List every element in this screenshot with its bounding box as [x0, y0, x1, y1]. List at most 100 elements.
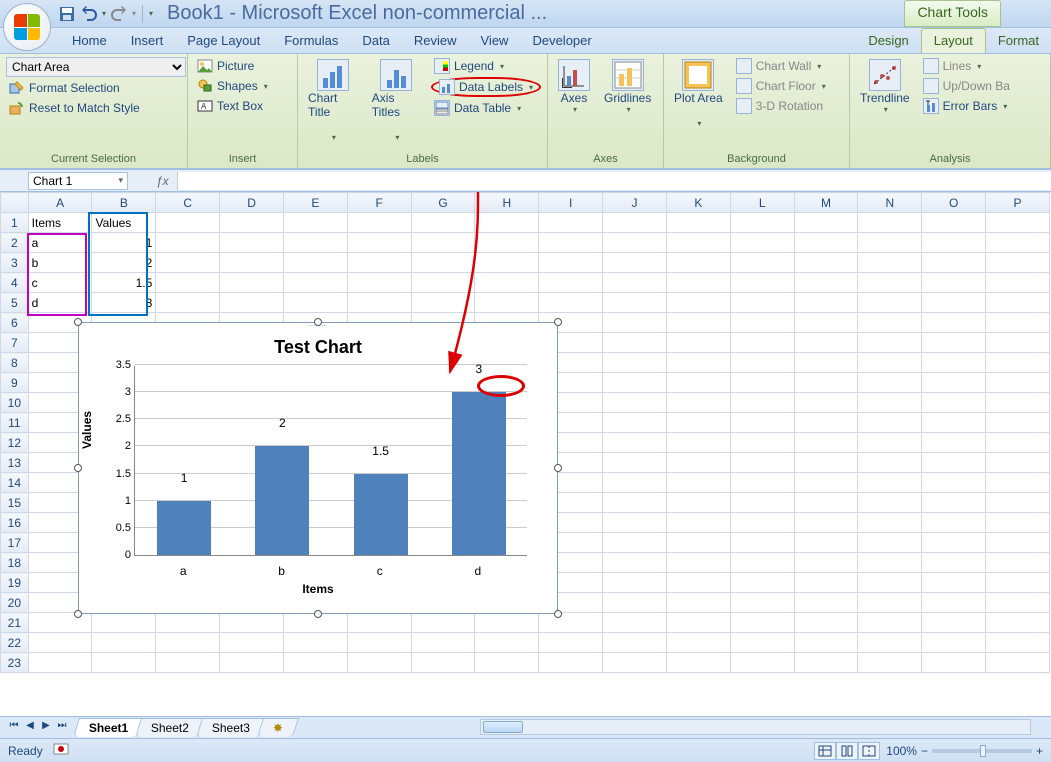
row-header[interactable]: 2	[1, 233, 29, 253]
cell[interactable]	[794, 653, 858, 673]
cell[interactable]	[666, 213, 730, 233]
cell[interactable]	[922, 333, 986, 353]
cell[interactable]	[922, 613, 986, 633]
cell[interactable]	[986, 473, 1050, 493]
axes-button[interactable]: Axes	[554, 57, 594, 116]
row-header[interactable]: 9	[1, 373, 29, 393]
cell[interactable]	[347, 233, 411, 253]
cell[interactable]	[986, 513, 1050, 533]
cell[interactable]	[411, 653, 475, 673]
cell[interactable]	[283, 233, 347, 253]
cell[interactable]	[283, 253, 347, 273]
cell[interactable]: Items	[28, 213, 92, 233]
cell[interactable]	[28, 633, 92, 653]
row-header[interactable]: 19	[1, 573, 29, 593]
column-header[interactable]: O	[922, 193, 986, 213]
tab-layout[interactable]: Layout	[921, 28, 986, 53]
cell[interactable]	[347, 653, 411, 673]
cell[interactable]	[347, 253, 411, 273]
cell[interactable]	[28, 613, 92, 633]
cell[interactable]	[411, 233, 475, 253]
data-table-button[interactable]: Data Table	[431, 99, 541, 117]
cell[interactable]	[922, 373, 986, 393]
zoom-in-button[interactable]: +	[1036, 744, 1043, 758]
row-header[interactable]: 3	[1, 253, 29, 273]
cell[interactable]	[794, 613, 858, 633]
cell[interactable]	[922, 473, 986, 493]
cell[interactable]	[986, 353, 1050, 373]
cell[interactable]	[220, 633, 284, 653]
cell[interactable]	[220, 613, 284, 633]
cell[interactable]	[475, 613, 539, 633]
cell[interactable]	[666, 433, 730, 453]
error-bars-button[interactable]: Error Bars	[920, 97, 1013, 115]
cell[interactable]	[858, 533, 922, 553]
row-header[interactable]: 18	[1, 553, 29, 573]
fx-icon[interactable]: ƒx	[156, 174, 169, 188]
resize-handle[interactable]	[74, 464, 82, 472]
cell[interactable]	[666, 373, 730, 393]
cell[interactable]	[730, 513, 794, 533]
cell[interactable]	[730, 593, 794, 613]
cell[interactable]	[858, 493, 922, 513]
cell[interactable]	[858, 513, 922, 533]
office-button[interactable]	[3, 3, 51, 51]
undo-icon[interactable]	[80, 5, 98, 23]
cell[interactable]	[475, 213, 539, 233]
cell[interactable]	[156, 213, 220, 233]
cell[interactable]	[539, 293, 603, 313]
cell[interactable]	[794, 253, 858, 273]
cell[interactable]	[730, 493, 794, 513]
column-header[interactable]: F	[347, 193, 411, 213]
cell[interactable]	[603, 433, 667, 453]
cell[interactable]	[539, 273, 603, 293]
cell[interactable]	[666, 593, 730, 613]
cell[interactable]	[666, 413, 730, 433]
cell[interactable]	[730, 253, 794, 273]
data-label[interactable]: 1	[157, 471, 211, 485]
cell[interactable]	[922, 413, 986, 433]
cell[interactable]	[603, 453, 667, 473]
cell[interactable]	[603, 293, 667, 313]
cell[interactable]	[539, 613, 603, 633]
cell[interactable]	[92, 653, 156, 673]
cell[interactable]	[603, 273, 667, 293]
cell[interactable]	[922, 653, 986, 673]
cell[interactable]	[858, 233, 922, 253]
resize-handle[interactable]	[554, 610, 562, 618]
cell[interactable]	[730, 233, 794, 253]
cell[interactable]	[666, 493, 730, 513]
cell[interactable]	[858, 373, 922, 393]
cell[interactable]	[603, 473, 667, 493]
cell[interactable]	[730, 533, 794, 553]
data-labels-button[interactable]: Data Labels	[431, 77, 541, 97]
cell[interactable]	[986, 493, 1050, 513]
cell[interactable]	[922, 353, 986, 373]
cell[interactable]	[858, 293, 922, 313]
cell[interactable]	[283, 653, 347, 673]
cell[interactable]	[794, 213, 858, 233]
cell[interactable]	[986, 453, 1050, 473]
tab-insert[interactable]: Insert	[119, 29, 176, 53]
column-header[interactable]: C	[156, 193, 220, 213]
cell[interactable]	[603, 233, 667, 253]
cell[interactable]	[730, 333, 794, 353]
row-header[interactable]: 21	[1, 613, 29, 633]
cell[interactable]	[986, 253, 1050, 273]
tab-developer[interactable]: Developer	[520, 29, 603, 53]
cell[interactable]	[986, 293, 1050, 313]
cell[interactable]	[666, 333, 730, 353]
cell[interactable]	[730, 413, 794, 433]
cell[interactable]	[347, 293, 411, 313]
cell[interactable]	[730, 473, 794, 493]
column-header[interactable]: P	[986, 193, 1050, 213]
cell[interactable]	[666, 513, 730, 533]
cell[interactable]	[858, 333, 922, 353]
row-header[interactable]: 22	[1, 633, 29, 653]
cell[interactable]	[603, 373, 667, 393]
cell[interactable]	[986, 233, 1050, 253]
cell[interactable]	[666, 313, 730, 333]
cell[interactable]	[220, 653, 284, 673]
cell[interactable]	[156, 633, 220, 653]
row-header[interactable]: 13	[1, 453, 29, 473]
